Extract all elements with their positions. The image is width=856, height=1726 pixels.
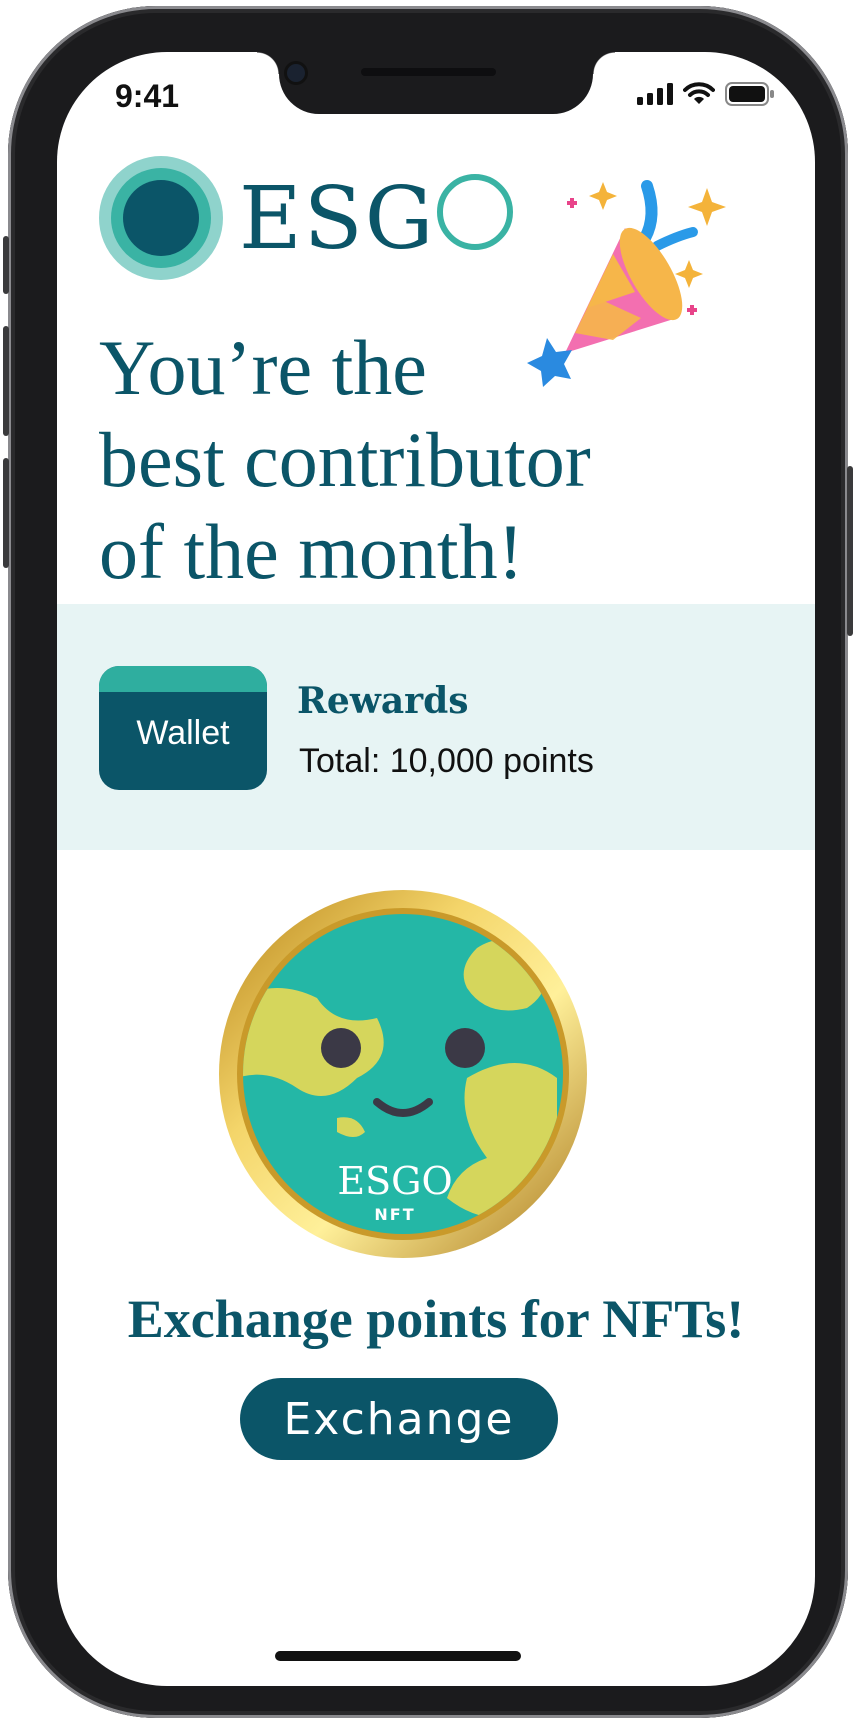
nft-sub-text: NFT	[374, 1205, 415, 1224]
nft-coin-image: ESGO NFT	[219, 890, 587, 1258]
status-icons	[637, 82, 775, 106]
mute-switch	[3, 236, 9, 294]
front-camera	[287, 64, 305, 82]
volume-down-button	[3, 458, 9, 568]
power-button	[847, 466, 853, 636]
exchange-prompt: Exchange points for NFTs!	[127, 1289, 745, 1349]
headline-line-3: of the month!	[99, 508, 524, 595]
speaker-grille	[361, 68, 496, 76]
headline-line-2: best contributor	[99, 416, 591, 503]
battery-icon	[725, 82, 774, 106]
home-indicator[interactable]	[275, 1651, 521, 1661]
wifi-icon	[683, 82, 715, 104]
status-time: 9:41	[115, 78, 180, 114]
rewards-total: Total: 10,000 points	[299, 742, 594, 780]
logo-o-ring	[437, 174, 514, 250]
wallet-label: Wallet	[136, 714, 230, 752]
esgo-logo: ESG	[99, 156, 514, 280]
wallet-stripe	[99, 666, 267, 692]
nft-brand-text: ESGO	[337, 1159, 452, 1203]
headline: You’re the best contributor of the month…	[99, 322, 659, 598]
signal-icon	[637, 83, 673, 105]
app-screen: 9:41 ESG You’re the best contributor of …	[57, 52, 815, 1686]
wallet-button[interactable]: Wallet	[99, 666, 267, 790]
phone-frame: 9:41 ESG You’re the best contributor of …	[3, 6, 853, 1718]
exchange-button[interactable]: Exchange	[240, 1378, 558, 1460]
volume-up-button	[3, 326, 9, 436]
logo-wordmark: ESG	[239, 174, 514, 262]
rewards-title: Rewards	[297, 680, 469, 722]
logo-wordmark-text: ESG	[239, 169, 436, 269]
notch	[257, 52, 615, 114]
logo-circle-icon	[99, 156, 223, 280]
headline-line-1: You’re the	[99, 324, 427, 411]
